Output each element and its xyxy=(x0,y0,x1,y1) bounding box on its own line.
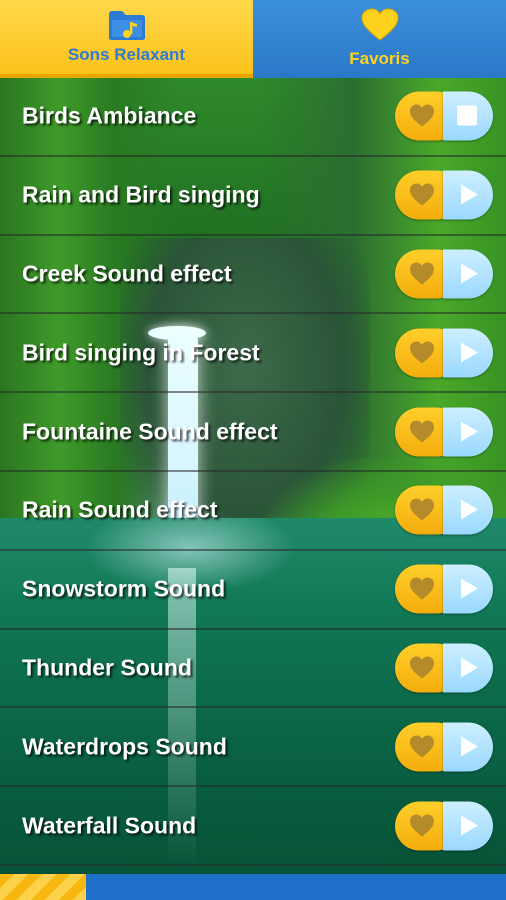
sound-controls xyxy=(395,91,493,141)
play-icon xyxy=(461,421,478,442)
heart-icon xyxy=(409,498,435,522)
playback-progress-bar[interactable] xyxy=(0,874,506,900)
play-button[interactable] xyxy=(443,722,493,772)
sound-title: Rain and Bird singing xyxy=(22,181,260,208)
stop-button[interactable] xyxy=(443,91,493,141)
sound-title: Waterdrops Sound xyxy=(22,733,227,760)
heart-icon xyxy=(360,8,399,47)
sound-row[interactable]: Snowstorm Sound xyxy=(0,551,506,630)
tab-favoris[interactable]: Favoris xyxy=(253,0,506,78)
heart-icon xyxy=(409,577,435,601)
heart-icon xyxy=(409,813,435,837)
sound-title: Birds Ambiance xyxy=(22,102,197,129)
sound-row[interactable]: Rain and Bird singing xyxy=(0,157,506,236)
sound-title: Waterfall Sound xyxy=(22,812,197,839)
sound-title: Thunder Sound xyxy=(22,654,192,681)
play-button[interactable] xyxy=(443,485,493,535)
heart-icon xyxy=(409,183,435,207)
heart-icon xyxy=(409,419,435,443)
sound-row[interactable]: Creek Sound effect xyxy=(0,236,506,315)
sound-row[interactable]: Birds Ambiance xyxy=(0,78,506,157)
play-icon xyxy=(461,578,478,599)
play-icon xyxy=(461,657,478,678)
tab-label: Favoris xyxy=(349,49,410,68)
play-button[interactable] xyxy=(443,407,493,457)
play-icon xyxy=(461,815,478,836)
play-icon xyxy=(461,263,478,284)
heart-icon xyxy=(409,261,435,285)
tab-bar: Sons Relaxant Favoris xyxy=(0,0,506,78)
stop-icon xyxy=(457,105,477,126)
play-icon xyxy=(461,499,478,520)
sound-controls xyxy=(395,249,493,299)
sound-row[interactable]: Thunder Sound xyxy=(0,630,506,709)
play-button[interactable] xyxy=(443,564,493,614)
tab-sons-relaxant[interactable]: Sons Relaxant xyxy=(0,0,253,78)
sound-list: Birds Ambiance Rain and Bird singing Cre… xyxy=(0,78,506,866)
sound-controls xyxy=(395,407,493,457)
play-icon xyxy=(461,736,478,757)
sound-row[interactable]: Bird singing in Forest xyxy=(0,314,506,394)
sound-title: Rain Sound effect xyxy=(22,496,218,523)
sound-title: Fountaine Sound effect xyxy=(22,418,278,445)
play-button[interactable] xyxy=(443,249,493,299)
sound-controls xyxy=(395,328,493,378)
heart-icon xyxy=(409,655,435,679)
sound-controls xyxy=(395,170,493,220)
progress-fill xyxy=(0,874,87,900)
sound-title: Snowstorm Sound xyxy=(22,575,226,602)
sound-controls xyxy=(395,801,493,851)
sound-row[interactable]: Rain Sound effect xyxy=(0,472,506,551)
folder-music-icon xyxy=(107,8,147,47)
sound-title: Creek Sound effect xyxy=(22,260,232,287)
play-button[interactable] xyxy=(443,328,493,378)
tab-label: Sons Relaxant xyxy=(67,45,186,64)
sound-row[interactable]: Fountaine Sound effect xyxy=(0,393,506,472)
play-button[interactable] xyxy=(443,170,493,220)
heart-icon xyxy=(409,340,435,364)
heart-icon xyxy=(409,734,435,758)
sound-controls xyxy=(395,643,493,693)
sound-row[interactable]: Waterdrops Sound xyxy=(0,708,506,788)
play-icon xyxy=(461,342,478,363)
heart-icon xyxy=(409,104,435,128)
sound-row[interactable]: Waterfall Sound xyxy=(0,787,506,866)
play-button[interactable] xyxy=(443,643,493,693)
sound-controls xyxy=(395,485,493,535)
sound-title: Bird singing in Forest xyxy=(22,339,260,366)
play-button[interactable] xyxy=(443,801,493,851)
play-icon xyxy=(461,184,478,205)
sound-controls xyxy=(395,564,493,614)
sound-controls xyxy=(395,722,493,772)
